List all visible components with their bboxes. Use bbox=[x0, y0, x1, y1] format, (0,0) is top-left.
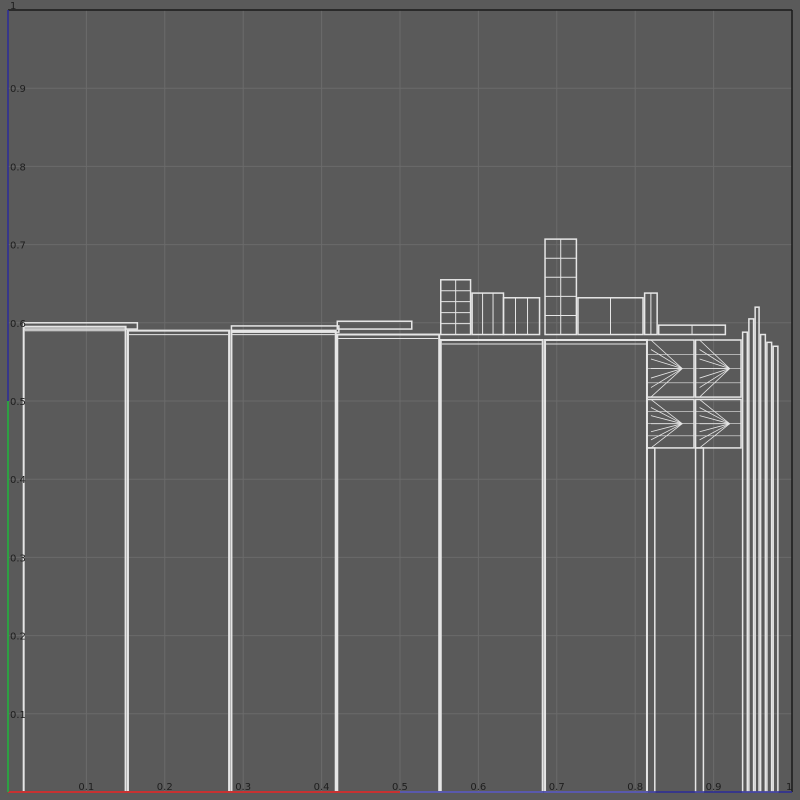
u-tick-label: 0.6 bbox=[470, 782, 486, 793]
v-tick-label-max: 1 bbox=[10, 1, 16, 12]
uv-shell-fan-edge bbox=[699, 368, 730, 388]
uv-shell-small-block[interactable] bbox=[502, 297, 541, 336]
uv-shell-large-panel[interactable] bbox=[544, 339, 648, 793]
u-tick-label: 0.8 bbox=[627, 782, 643, 793]
v-tick-label: 0.7 bbox=[10, 241, 26, 252]
uv-shell-thin-strip[interactable] bbox=[694, 447, 705, 793]
v-tick-label: 0.2 bbox=[10, 632, 26, 643]
uv-shell-large-panel[interactable] bbox=[336, 333, 441, 793]
uv-shell-fan-edge bbox=[650, 349, 683, 369]
uv-shell-thin-strip[interactable] bbox=[646, 447, 656, 793]
uv-shells[interactable] bbox=[22, 238, 779, 793]
uv-shell-fan-edge bbox=[650, 407, 683, 425]
uv-shell-fan-edge bbox=[650, 368, 683, 388]
v-tick-label: 0.4 bbox=[10, 475, 26, 486]
uv-shell-large-panel[interactable] bbox=[230, 329, 337, 793]
u-tick-label: 0.5 bbox=[392, 782, 408, 793]
uv-shell-thin-strip[interactable] bbox=[772, 345, 779, 793]
v-tick-label: 0.1 bbox=[10, 710, 26, 721]
uv-shell-fan-edge bbox=[650, 423, 683, 441]
u-tick-label: 0.2 bbox=[157, 782, 173, 793]
uv-texture-editor-viewport[interactable]: 0.1 0.2 0.3 0.4 0.5 0.6 0.7 0.8 0.9 0.1 0.2 0.3 0.4 0… bbox=[0, 0, 800, 800]
u-tick-label: 0.4 bbox=[314, 782, 330, 793]
v-tick-label: 0.9 bbox=[10, 84, 26, 95]
uv-shell-fan-edge bbox=[699, 349, 730, 369]
uv-shell-large-panel[interactable] bbox=[439, 339, 544, 793]
uv-shell-thin-strip[interactable] bbox=[754, 306, 760, 793]
u-tick-label: 0.1 bbox=[78, 782, 94, 793]
uv-canvas[interactable]: 0.1 0.2 0.3 0.4 0.5 0.6 0.7 0.8 0.9 0.1 0.2 0.3 0.4 0… bbox=[0, 0, 800, 800]
u-tick-label: 0.3 bbox=[235, 782, 251, 793]
uv-shell-thin-strip[interactable] bbox=[766, 341, 773, 793]
uv-shell-small-block[interactable] bbox=[471, 292, 505, 336]
v-tick-label: 0.5 bbox=[10, 397, 26, 408]
u-tick-label: 0.7 bbox=[549, 782, 565, 793]
uv-shell-large-panel[interactable] bbox=[22, 325, 127, 793]
u-tick-label: 0.9 bbox=[706, 782, 722, 793]
uv-shell-thin-strip[interactable] bbox=[748, 318, 755, 793]
u-tick-label-max: 1 bbox=[786, 782, 792, 793]
uv-shell-thin-strip[interactable] bbox=[759, 333, 767, 793]
uv-shell-fan-edge bbox=[699, 423, 730, 441]
uv-shell-fan-edge bbox=[699, 407, 730, 425]
v-tick-label: 0.6 bbox=[10, 319, 26, 330]
v-tick-label: 0.3 bbox=[10, 553, 26, 564]
uv-shell-large-panel[interactable] bbox=[126, 329, 231, 793]
v-tick-label: 0.8 bbox=[10, 162, 26, 173]
